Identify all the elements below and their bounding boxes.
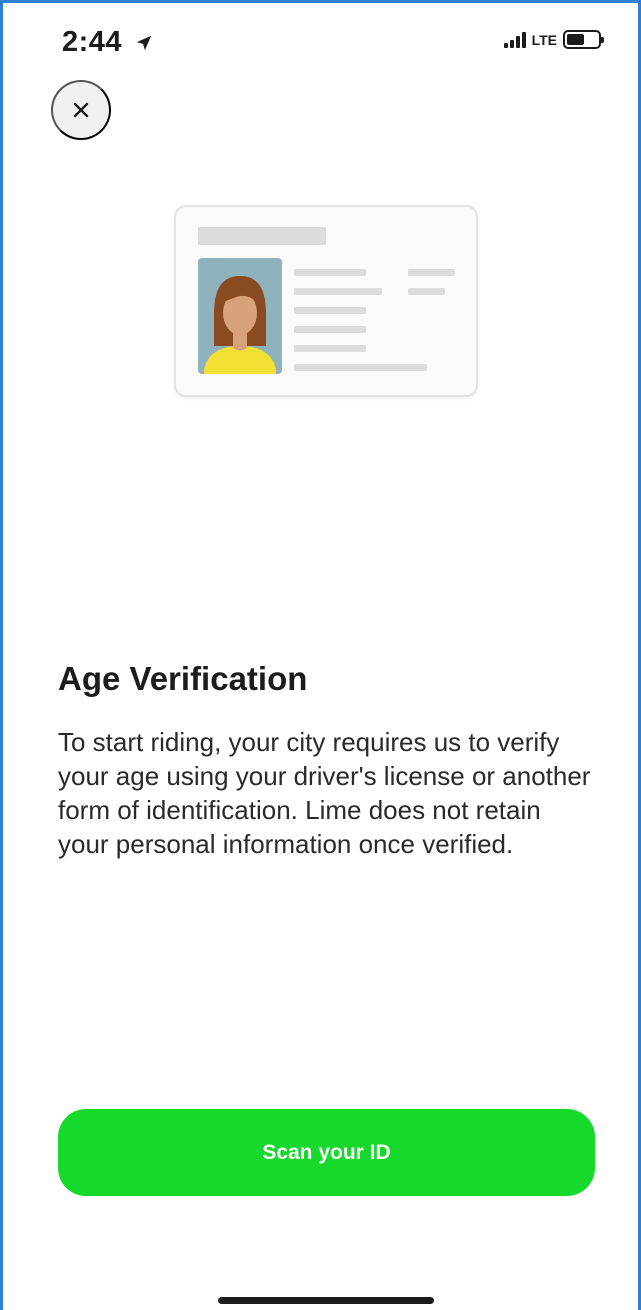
card-text-line xyxy=(408,288,445,295)
card-text-line xyxy=(294,364,427,371)
home-indicator[interactable] xyxy=(218,1297,434,1304)
card-header-bar xyxy=(198,227,326,245)
scan-id-button[interactable]: Scan your ID xyxy=(58,1109,595,1196)
status-bar: 2:44 LTE xyxy=(0,0,641,80)
battery-fill xyxy=(567,34,584,45)
card-text-line xyxy=(294,345,366,352)
location-arrow-icon xyxy=(136,36,151,51)
page-title: Age Verification xyxy=(58,660,308,697)
close-icon xyxy=(73,102,89,118)
portrait-icon xyxy=(198,258,282,374)
card-text-line xyxy=(294,288,382,295)
card-text-line xyxy=(408,269,455,276)
status-time: 2:44 xyxy=(62,26,153,59)
card-text-line xyxy=(294,326,366,333)
card-text-line xyxy=(294,307,366,314)
battery-icon xyxy=(563,30,604,49)
card-text-line xyxy=(294,269,366,276)
network-label: LTE xyxy=(531,31,557,48)
signal-icon xyxy=(503,31,526,48)
status-indicators: LTE xyxy=(503,30,604,49)
status-time-text: 2:44 xyxy=(62,26,123,58)
page-description: To start riding, your city requires us t… xyxy=(58,727,591,859)
close-button[interactable] xyxy=(51,80,111,140)
id-card-illustration xyxy=(174,205,478,397)
